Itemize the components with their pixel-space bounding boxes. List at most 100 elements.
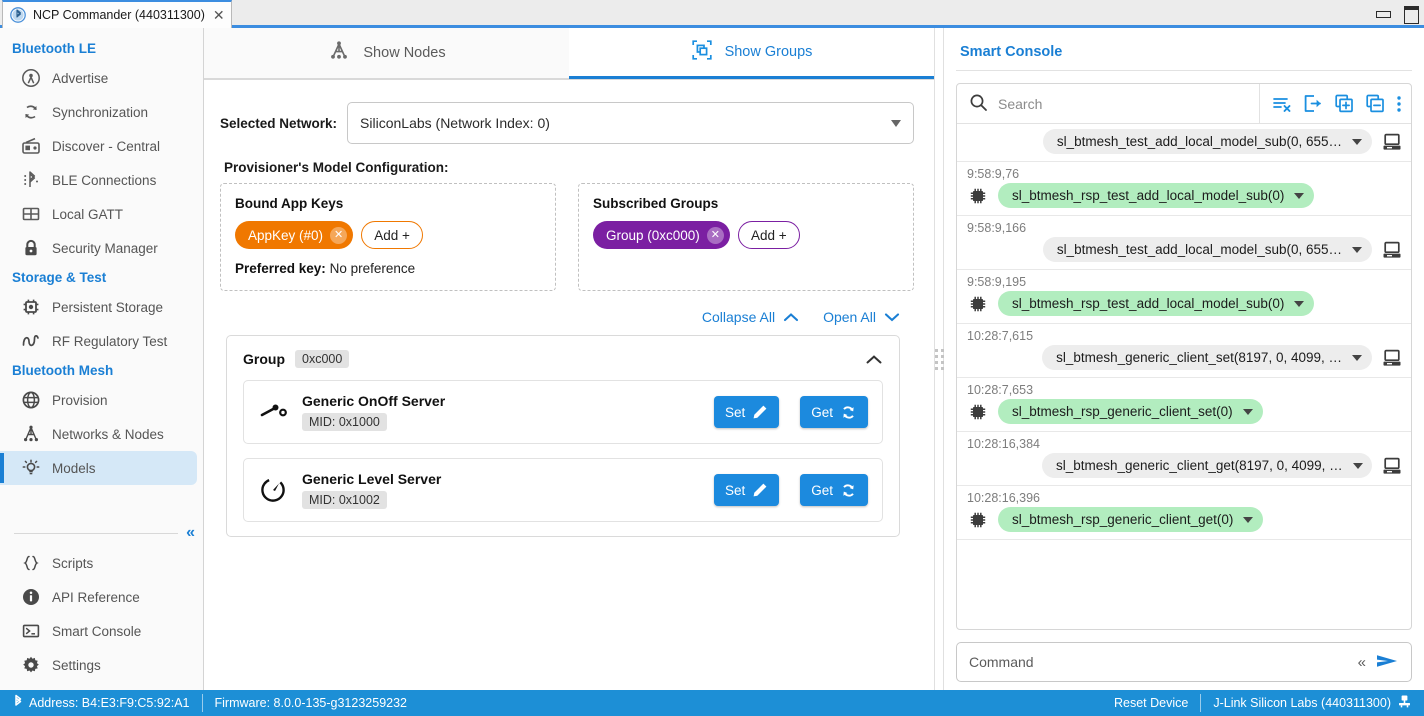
collapse-sidebar-icon[interactable]: « [186,524,193,542]
expand-all-icon[interactable] [1334,94,1354,113]
gauge-icon [258,475,288,505]
command-input[interactable] [969,654,1346,670]
remove-group-icon[interactable]: ✕ [707,227,724,244]
console-entry-text: sl_btmesh_rsp_test_add_local_model_sub(0… [1012,296,1284,311]
window-tab-title: NCP Commander (440311300) [33,8,205,22]
sidebar-item-local-gatt[interactable]: Local GATT [0,197,197,231]
chevron-down-icon [1294,301,1304,307]
minimize-icon[interactable] [1376,6,1390,20]
bluetooth-connections-icon [20,170,41,191]
bluetooth-logo-icon [10,7,26,23]
add-app-key-button[interactable]: Add + [361,221,423,249]
sidebar: Bluetooth LE Advertise Synchronization D… [0,28,204,690]
sidebar-item-settings[interactable]: Settings [0,648,197,682]
tab-label: Show Groups [725,44,813,60]
maximize-icon[interactable] [1404,6,1418,20]
console-response-bubble[interactable]: sl_btmesh_rsp_generic_client_get(0) [998,507,1263,532]
console-command-bubble[interactable]: sl_btmesh_test_add_local_model_sub(0, 65… [1043,237,1372,262]
adapter-info[interactable]: J-Link Silicon Labs (440311300) [1201,690,1424,716]
console-entry-text: sl_btmesh_test_add_local_model_sub(0, 65… [1057,242,1342,257]
chip-icon [20,297,41,318]
console-timestamp: 10:28:16,384 [967,437,1403,451]
sidebar-item-label: Security Manager [52,241,158,256]
model-get-button[interactable]: Get [800,396,868,428]
group-header[interactable]: Group 0xc000 [227,336,899,380]
console-response-bubble[interactable]: sl_btmesh_rsp_generic_client_set(0) [998,399,1263,424]
sidebar-item-networks-nodes[interactable]: Networks & Nodes [0,417,197,451]
sidebar-item-api-reference[interactable]: API Reference [0,580,197,614]
advertise-icon [20,68,41,89]
sidebar-item-persistent-storage[interactable]: Persistent Storage [0,290,197,324]
more-options-icon[interactable] [1396,94,1402,114]
sidebar-item-label: Models [52,461,96,476]
sidebar-item-scripts[interactable]: Scripts [0,546,197,580]
sidebar-item-ble-connections[interactable]: BLE Connections [0,163,197,197]
sidebar-item-models[interactable]: Models [0,451,197,485]
console-command-line: sl_btmesh_generic_client_get(8197, 0, 40… [967,453,1403,478]
console-response-bubble[interactable]: sl_btmesh_rsp_test_add_local_model_sub(0… [998,291,1314,316]
search-input[interactable] [998,96,1259,112]
sidebar-item-security-manager[interactable]: Security Manager [0,231,197,265]
app-window: NCP Commander (440311300) ✕ Bluetooth LE… [0,0,1424,716]
command-history-icon[interactable]: « [1358,654,1363,671]
sidebar-item-label: API Reference [52,590,140,605]
console-response-line: sl_btmesh_rsp_generic_client_get(0) [967,507,1403,532]
tab-show-nodes[interactable]: Show Nodes [204,28,569,79]
pencil-icon [752,482,768,498]
console-entry-text: sl_btmesh_rsp_generic_client_set(0) [1012,404,1233,419]
console-entry-text: sl_btmesh_generic_client_get(8197, 0, 40… [1056,458,1343,473]
sidebar-item-provision[interactable]: Provision [0,383,197,417]
console-command-line: sl_btmesh_test_add_local_model_sub(0, 65… [967,129,1403,154]
search-icon [969,93,988,115]
remove-appkey-icon[interactable]: ✕ [330,227,347,244]
close-icon[interactable]: ✕ [212,8,226,22]
panel-splitter[interactable] [934,28,944,690]
model-mid-badge: MID: 0x1000 [302,413,387,431]
open-all-button[interactable]: Open All [823,309,900,325]
splitter-grip-icon [935,349,944,370]
collapse-all-button[interactable]: Collapse All [702,309,799,325]
reset-device-button[interactable]: Reset Device [1102,690,1200,716]
sidebar-item-discover-central[interactable]: Discover - Central [0,129,197,163]
console-command-bubble[interactable]: sl_btmesh_generic_client_get(8197, 0, 40… [1042,453,1372,478]
collapse-all-icon[interactable] [1365,94,1385,113]
subscribed-groups-title: Subscribed Groups [593,196,899,211]
console-command-bubble[interactable]: sl_btmesh_test_add_local_model_sub(0, 65… [1043,129,1372,154]
group-chip[interactable]: Group (0xc000) ✕ [593,221,730,249]
console-response-line: sl_btmesh_rsp_generic_client_set(0) [967,399,1403,424]
sidebar-item-rf-regulatory-test[interactable]: RF Regulatory Test [0,324,197,358]
sidebar-item-label: RF Regulatory Test [52,334,167,349]
window-tab[interactable]: NCP Commander (440311300) ✕ [2,0,232,28]
chevron-down-icon [1243,517,1253,523]
console-response-bubble[interactable]: sl_btmesh_rsp_test_add_local_model_sub(0… [998,183,1314,208]
chevron-down-icon [1353,463,1363,469]
send-icon[interactable] [1375,652,1399,673]
model-set-button[interactable]: Set [714,474,779,506]
console-command-bubble[interactable]: sl_btmesh_generic_client_set(8197, 0, 40… [1042,345,1372,370]
appkey-chip[interactable]: AppKey (#0) ✕ [235,221,353,249]
console-entry-text: sl_btmesh_rsp_generic_client_get(0) [1012,512,1233,527]
add-group-button[interactable]: Add + [738,221,800,249]
console-timestamp: 10:28:16,396 [967,491,1403,505]
models-content: Selected Network: SiliconLabs (Network I… [204,80,934,690]
sidebar-item-label: Advertise [52,71,108,86]
sidebar-item-advertise[interactable]: Advertise [0,61,197,95]
console-entry-text: sl_btmesh_rsp_test_add_local_model_sub(0… [1012,188,1284,203]
chevron-down-icon [1352,247,1362,253]
waveform-icon [20,331,41,352]
console-entry-text: sl_btmesh_generic_client_set(8197, 0, 40… [1056,350,1342,365]
sidebar-item-synchronization[interactable]: Synchronization [0,95,197,129]
bound-app-keys-title: Bound App Keys [235,196,541,211]
sidebar-item-label: Networks & Nodes [52,427,164,442]
console-timestamp: 10:28:7,653 [967,383,1403,397]
model-get-button[interactable]: Get [800,474,868,506]
export-icon[interactable] [1303,94,1323,113]
sidebar-item-smart-console[interactable]: Smart Console [0,614,197,648]
tab-show-groups[interactable]: Show Groups [569,28,934,79]
clear-list-icon[interactable] [1272,95,1292,113]
pencil-icon [752,404,768,420]
network-select[interactable]: SiliconLabs (Network Index: 0) [347,102,914,144]
address-text: Address: B4:E3:F9:C5:92:A1 [29,696,190,710]
gear-icon [20,655,41,676]
model-set-button[interactable]: Set [714,396,779,428]
